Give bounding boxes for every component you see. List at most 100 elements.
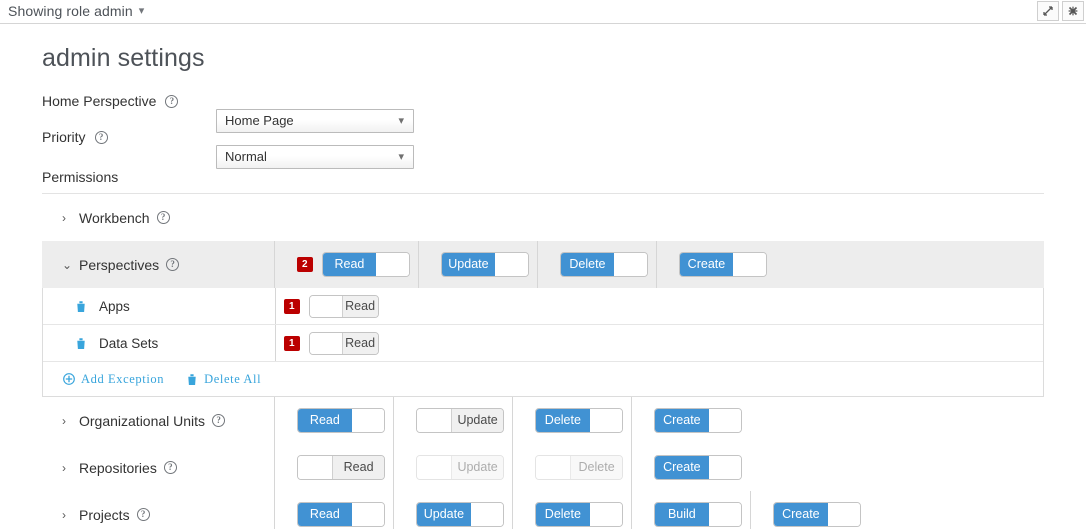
- perspectives-create-toggle[interactable]: Create: [679, 252, 767, 277]
- organizational-units-create-toggle[interactable]: Create: [654, 408, 742, 433]
- toggle-cell-repositories-read: Read: [274, 444, 393, 491]
- perspectives-delete-label: Delete: [561, 253, 615, 276]
- help-icon[interactable]: ?: [137, 508, 150, 521]
- toggle-cell-organizational-units-create: Create: [631, 397, 750, 444]
- organizational-units-read-knob: [352, 409, 384, 432]
- permission-row-repositories[interactable]: › Repositories? Read Update Delete Create: [42, 444, 1044, 491]
- projects-delete-knob: [590, 503, 622, 526]
- permission-name-perspectives[interactable]: ⌄ Perspectives?: [42, 257, 274, 273]
- projects-delete-label: Delete: [536, 503, 590, 526]
- perspectives-update-label: Update: [442, 253, 496, 276]
- projects-update-knob: [471, 503, 503, 526]
- projects-build-toggle[interactable]: Build: [654, 502, 742, 527]
- help-icon[interactable]: ?: [164, 461, 177, 474]
- add-exception-button[interactable]: Add Exception: [63, 372, 164, 387]
- perspectives-delete-knob: [614, 253, 646, 276]
- repositories-update-label: Update: [452, 456, 503, 479]
- permission-row-perspectives[interactable]: ⌄Perspectives?2ReadUpdateDeleteCreate: [42, 241, 1044, 288]
- permission-row-workbench[interactable]: › Workbench?: [42, 194, 1044, 241]
- permission-label: Workbench: [79, 210, 150, 226]
- showing-role-selector[interactable]: Showing role admin ▾: [8, 3, 144, 19]
- chevron-right-icon[interactable]: ›: [62, 461, 74, 475]
- help-icon[interactable]: ?: [166, 258, 179, 271]
- organizational-units-delete-toggle[interactable]: Delete: [535, 408, 623, 433]
- apps-read-toggle[interactable]: Read: [309, 295, 379, 318]
- perspectives-read-knob: [376, 253, 408, 276]
- trash-icon: [186, 373, 198, 386]
- settings-page: admin settings Home Perspective ? Home P…: [0, 24, 1086, 529]
- perspectives-update-toggle[interactable]: Update: [441, 252, 529, 277]
- exception-row-apps[interactable]: Apps1Read: [43, 288, 1043, 325]
- chevron-right-icon[interactable]: ›: [62, 211, 74, 225]
- permission-toggles-repositories: Read Update Delete Create: [274, 444, 1044, 491]
- plus-circle-icon: [63, 373, 75, 385]
- chevron-right-icon[interactable]: ›: [62, 414, 74, 428]
- permission-name-workbench[interactable]: › Workbench?: [42, 210, 274, 226]
- exception-name-apps: Apps: [43, 299, 275, 314]
- projects-read-label: Read: [298, 503, 352, 526]
- help-icon[interactable]: ?: [157, 211, 170, 224]
- help-icon[interactable]: ?: [165, 95, 178, 108]
- organizational-units-delete-knob: [590, 409, 622, 432]
- toggle-cell-repositories-delete: Delete: [512, 444, 631, 491]
- exception-name-data-sets: Data Sets: [43, 336, 275, 351]
- organizational-units-read-label: Read: [298, 409, 352, 432]
- perspectives-delete-toggle[interactable]: Delete: [560, 252, 648, 277]
- perspectives-read-toggle[interactable]: Read: [322, 252, 410, 277]
- projects-update-toggle[interactable]: Update: [416, 502, 504, 527]
- expand-button[interactable]: [1037, 1, 1059, 21]
- repositories-create-toggle[interactable]: Create: [654, 455, 742, 480]
- trash-icon[interactable]: [75, 300, 87, 313]
- toggle-cell-projects-build: Build: [631, 491, 750, 529]
- priority-select[interactable]: Normal ▾: [216, 145, 414, 169]
- permission-label: Repositories: [79, 460, 157, 476]
- projects-read-toggle[interactable]: Read: [297, 502, 385, 527]
- home-perspective-label: Home Perspective: [42, 93, 156, 109]
- repositories-delete-label: Delete: [571, 456, 622, 479]
- projects-create-label: Create: [774, 503, 828, 526]
- projects-create-knob: [828, 503, 860, 526]
- permission-name-organizational-units[interactable]: › Organizational Units?: [42, 413, 274, 429]
- page-title: admin settings: [42, 44, 1044, 73]
- repositories-update-knob: [417, 456, 452, 479]
- permission-block-perspectives: ⌄Perspectives?2ReadUpdateDeleteCreateApp…: [42, 241, 1044, 397]
- permission-row-projects[interactable]: ›Projects? Read Update Delete Build Create: [42, 491, 1044, 529]
- permission-label: Perspectives: [79, 257, 159, 273]
- chevron-down-icon[interactable]: ▾: [139, 4, 145, 17]
- data-sets-read-knob: [310, 333, 343, 354]
- close-button[interactable]: [1062, 1, 1084, 21]
- organizational-units-update-toggle[interactable]: Update: [416, 408, 504, 433]
- repositories-read-toggle[interactable]: Read: [297, 455, 385, 480]
- permission-name-projects[interactable]: ›Projects?: [42, 507, 274, 523]
- chevron-down-icon[interactable]: ⌄: [62, 258, 74, 272]
- permission-row-organizational-units[interactable]: › Organizational Units? Read Update Delete Cr…: [42, 397, 1044, 444]
- exception-row-data-sets[interactable]: Data Sets1Read: [43, 325, 1043, 362]
- projects-build-label: Build: [655, 503, 709, 526]
- permission-block-workbench: › Workbench?: [42, 194, 1044, 241]
- home-perspective-select[interactable]: Home Page ▾: [216, 109, 414, 133]
- data-sets-read-toggle[interactable]: Read: [309, 332, 379, 355]
- permission-label: Organizational Units: [79, 413, 205, 429]
- showing-role-label: Showing role admin: [8, 3, 133, 19]
- help-icon[interactable]: ?: [95, 131, 108, 144]
- add-exception-label: Add Exception: [81, 372, 164, 387]
- delete-all-button[interactable]: Delete All: [186, 372, 261, 387]
- chevron-right-icon[interactable]: ›: [62, 508, 74, 522]
- help-icon[interactable]: ?: [212, 414, 225, 427]
- permissions-list: ›Workbench?⌄Perspectives?2ReadUpdateDele…: [42, 194, 1044, 529]
- permission-toggles-projects: Read Update Delete Build Create: [274, 491, 1044, 529]
- home-perspective-row: Home Perspective ? Home Page ▾: [42, 87, 1044, 115]
- toggle-cell-perspectives-delete: Delete: [537, 241, 656, 288]
- trash-icon[interactable]: [75, 337, 87, 350]
- organizational-units-read-toggle[interactable]: Read: [297, 408, 385, 433]
- home-perspective-label-group: Home Perspective ?: [42, 93, 178, 109]
- repositories-delete-toggle: Delete: [535, 455, 623, 480]
- delete-all-label: Delete All: [204, 372, 261, 387]
- toggle-cell-organizational-units-update: Update: [393, 397, 512, 444]
- permission-name-repositories[interactable]: › Repositories?: [42, 460, 274, 476]
- toggle-cell-projects-update: Update: [393, 491, 512, 529]
- projects-read-knob: [352, 503, 384, 526]
- organizational-units-create-label: Create: [655, 409, 709, 432]
- projects-create-toggle[interactable]: Create: [773, 502, 861, 527]
- projects-delete-toggle[interactable]: Delete: [535, 502, 623, 527]
